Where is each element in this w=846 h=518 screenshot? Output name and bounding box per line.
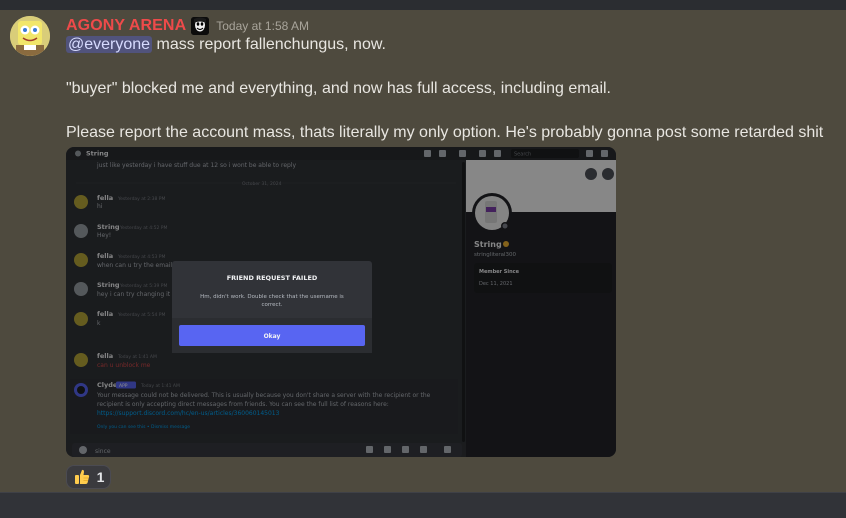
svg-text:correct.: correct. <box>261 302 282 308</box>
message-line-1-text: mass report fallenchungus, now. <box>152 36 386 53</box>
svg-text:FRIEND REQUEST FAILED: FRIEND REQUEST FAILED <box>227 274 318 282</box>
message-header: AGONY ARENA Today at 1:58 AM <box>66 15 309 37</box>
message-line-1: @everyone mass report fallenchungus, now… <box>66 36 386 54</box>
reaction-count: 1 <box>96 469 105 485</box>
role-icon[interactable] <box>191 17 210 35</box>
svg-text:Okay: Okay <box>264 333 281 340</box>
author-avatar[interactable] <box>10 16 50 56</box>
attached-screenshot[interactable]: String Search just like yesterday i have… <box>66 147 616 457</box>
author-name[interactable]: AGONY ARENA <box>66 17 186 35</box>
top-bar <box>0 0 846 10</box>
thumbs-up-icon <box>73 468 91 486</box>
embed-friend-request-modal: FRIEND REQUEST FAILED Hm, didn't work. D… <box>172 261 372 353</box>
message-line-2: "buyer" blocked me and everything, and n… <box>66 80 611 97</box>
everyone-mention[interactable]: @everyone <box>66 36 153 53</box>
svg-text:Hm, didn't work. Double check: Hm, didn't work. Double check that the u… <box>200 294 344 300</box>
chat-message: AGONY ARENA Today at 1:58 AM @everyone m… <box>0 10 846 492</box>
reaction-thumbs-up[interactable]: 1 <box>66 465 111 489</box>
attached-screenshot-image: String Search just like yesterday i have… <box>66 147 616 457</box>
message-line-3: Please report the account mass, thats li… <box>66 124 824 141</box>
message-timestamp: Today at 1:58 AM <box>216 19 309 33</box>
bottom-bar <box>0 492 846 518</box>
